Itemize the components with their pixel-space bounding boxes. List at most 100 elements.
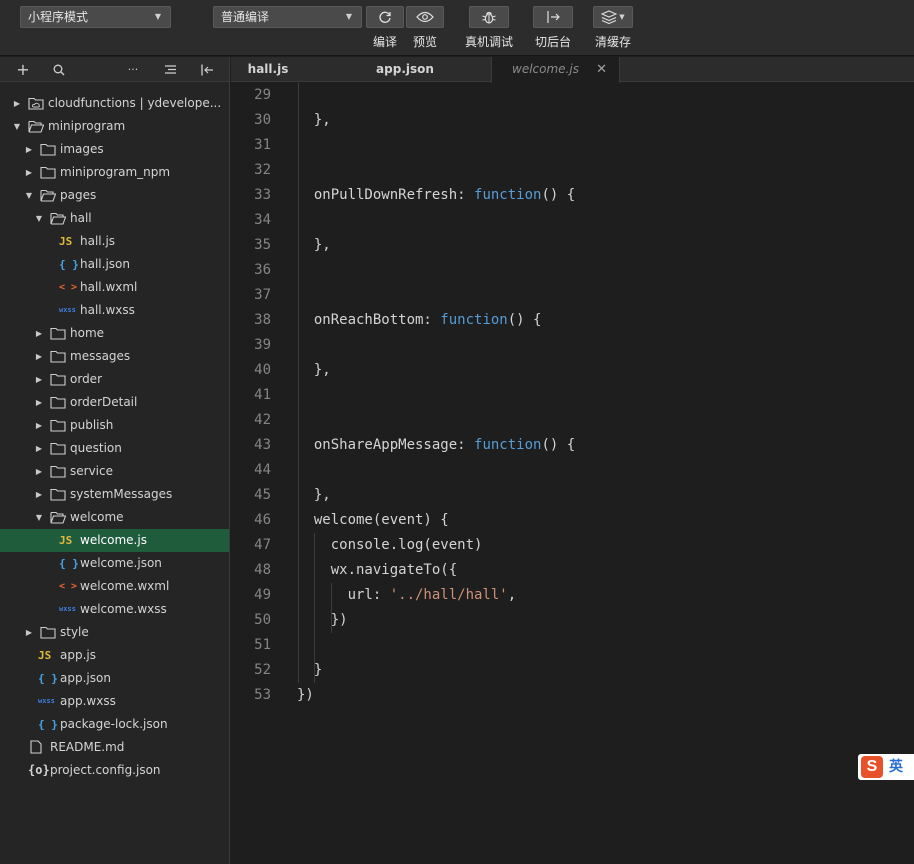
code-token: }) [297,612,348,628]
chevron-right-icon[interactable]: ▶ [34,345,44,368]
code-token: , [507,587,517,603]
preview-button[interactable] [406,6,444,28]
chevron-down-icon[interactable]: ▼ [34,506,44,529]
line-number: 43 [254,437,271,453]
json-file-icon: { } [59,258,79,271]
tree-folder[interactable]: ▶ question [0,437,229,460]
clear-cache-button[interactable]: ▼ [593,6,633,28]
tree-folder[interactable]: ▼ hall [0,207,229,230]
chevron-right-icon[interactable]: ▶ [24,621,34,644]
folder-icon [50,396,66,409]
tree-file[interactable]: { } package-lock.json [0,713,229,736]
chevron-down-icon[interactable]: ▼ [12,115,22,138]
collapse-icon [201,64,213,75]
folder-open-icon [28,120,45,133]
tree-file[interactable]: {o} project.config.json [0,759,229,782]
tree-item-label: pages [60,188,97,202]
code-line: 50 }) [231,608,914,633]
tree-folder[interactable]: ▶ images [0,138,229,161]
chevron-down-icon: ▼ [345,12,352,21]
line-number: 32 [254,162,271,178]
tab-label: hall.js [247,62,289,76]
code-line: 39 [231,333,914,358]
input-method-indicator[interactable]: S 英 [858,754,914,780]
wxss-file-icon: wxss [59,306,76,314]
chevron-right-icon[interactable]: ▶ [12,92,22,115]
tree-file[interactable]: wxss app.wxss [0,690,229,713]
code-token: onPullDownRefresh: [297,187,475,203]
sort-button[interactable] [159,57,181,82]
code-text: }, [297,108,331,133]
tree-file[interactable]: JS hall.js [0,230,229,253]
tree-file[interactable]: < > hall.wxml [0,276,229,299]
chevron-right-icon[interactable]: ▶ [34,437,44,460]
chevron-right-icon[interactable]: ▶ [34,460,44,483]
folder-icon [50,373,66,386]
chevron-right-icon[interactable]: ▶ [34,368,44,391]
compile-select[interactable]: 普通编译 ▼ [213,6,362,28]
tree-folder[interactable]: ▼ miniprogram [0,115,229,138]
code-editor[interactable]: 29 30 }, 31 32 33 onPullDownRefresh: functio… [231,83,914,864]
tree-file[interactable]: { } app.json [0,667,229,690]
tree-folder[interactable]: ▶ cloudfunctions | ydevelope... [0,92,229,115]
tab-app-json[interactable]: app.json [355,57,455,82]
line-number: 42 [254,412,271,428]
tree-folder[interactable]: ▶ systemMessages [0,483,229,506]
line-number: 34 [254,212,271,228]
chevron-right-icon[interactable]: ▶ [34,414,44,437]
chevron-right-icon[interactable]: ▶ [24,138,34,161]
line-number: 37 [254,287,271,303]
tree-folder[interactable]: ▶ orderDetail [0,391,229,414]
mode-select[interactable]: 小程序模式 ▼ [20,6,171,28]
tree-file[interactable]: { } welcome.json [0,552,229,575]
remote-debug-button[interactable] [469,6,509,28]
chevron-right-icon[interactable]: ▶ [24,161,34,184]
tree-file[interactable]: < > welcome.wxml [0,575,229,598]
more-button[interactable]: ··· [122,57,144,82]
tree-folder[interactable]: ▶ home [0,322,229,345]
add-file-button[interactable]: + [12,57,34,82]
tree-folder[interactable]: ▶ order [0,368,229,391]
code-line: 33 onPullDownRefresh: function() { [231,183,914,208]
tree-file[interactable]: JS app.js [0,644,229,667]
line-number: 47 [254,537,271,553]
keyword-token: function [474,437,542,453]
tree-file[interactable]: JS welcome.js [0,529,229,552]
close-icon[interactable]: ✕ [596,57,607,82]
compile-button[interactable] [366,6,404,28]
tree-folder[interactable]: ▶ style [0,621,229,644]
code-line: 53}) [231,683,914,708]
code-token: () { [507,312,542,328]
tree-file[interactable]: wxss welcome.wxss [0,598,229,621]
search-button[interactable] [48,57,70,82]
tab-welcome-js[interactable]: welcome.js ✕ [491,57,620,83]
tree-file[interactable]: README.md [0,736,229,759]
chevron-down-icon[interactable]: ▼ [24,184,34,207]
tree-item-label: welcome.js [80,533,147,547]
collapse-button[interactable] [196,57,218,82]
tree-folder[interactable]: ▼ welcome [0,506,229,529]
tree-folder[interactable]: ▶ miniprogram_npm [0,161,229,184]
tree-folder[interactable]: ▶ messages [0,345,229,368]
chevron-right-icon[interactable]: ▶ [34,483,44,506]
tree-item-label: welcome.wxml [80,579,170,593]
chevron-right-icon[interactable]: ▶ [34,391,44,414]
code-line: 36 [231,258,914,283]
tab-hall-js[interactable]: hall.js [231,57,305,82]
chevron-down-icon[interactable]: ▼ [34,207,44,230]
tree-file[interactable]: { } hall.json [0,253,229,276]
refresh-icon [379,11,391,23]
code-line: 43 onShareAppMessage: function() { [231,433,914,458]
tree-item-label: images [60,142,104,156]
tree-folder[interactable]: ▶ service [0,460,229,483]
chevron-right-icon[interactable]: ▶ [34,322,44,345]
tree-file[interactable]: wxss hall.wxss [0,299,229,322]
code-text: console.log(event) [297,533,483,558]
tree-folder[interactable]: ▼ pages [0,184,229,207]
code-line: 45 }, [231,483,914,508]
tree-item-label: project.config.json [50,763,161,777]
background-button[interactable] [533,6,573,28]
tree-folder[interactable]: ▶ publish [0,414,229,437]
code-line: 37 [231,283,914,308]
tree-item-label: hall.js [80,234,116,248]
